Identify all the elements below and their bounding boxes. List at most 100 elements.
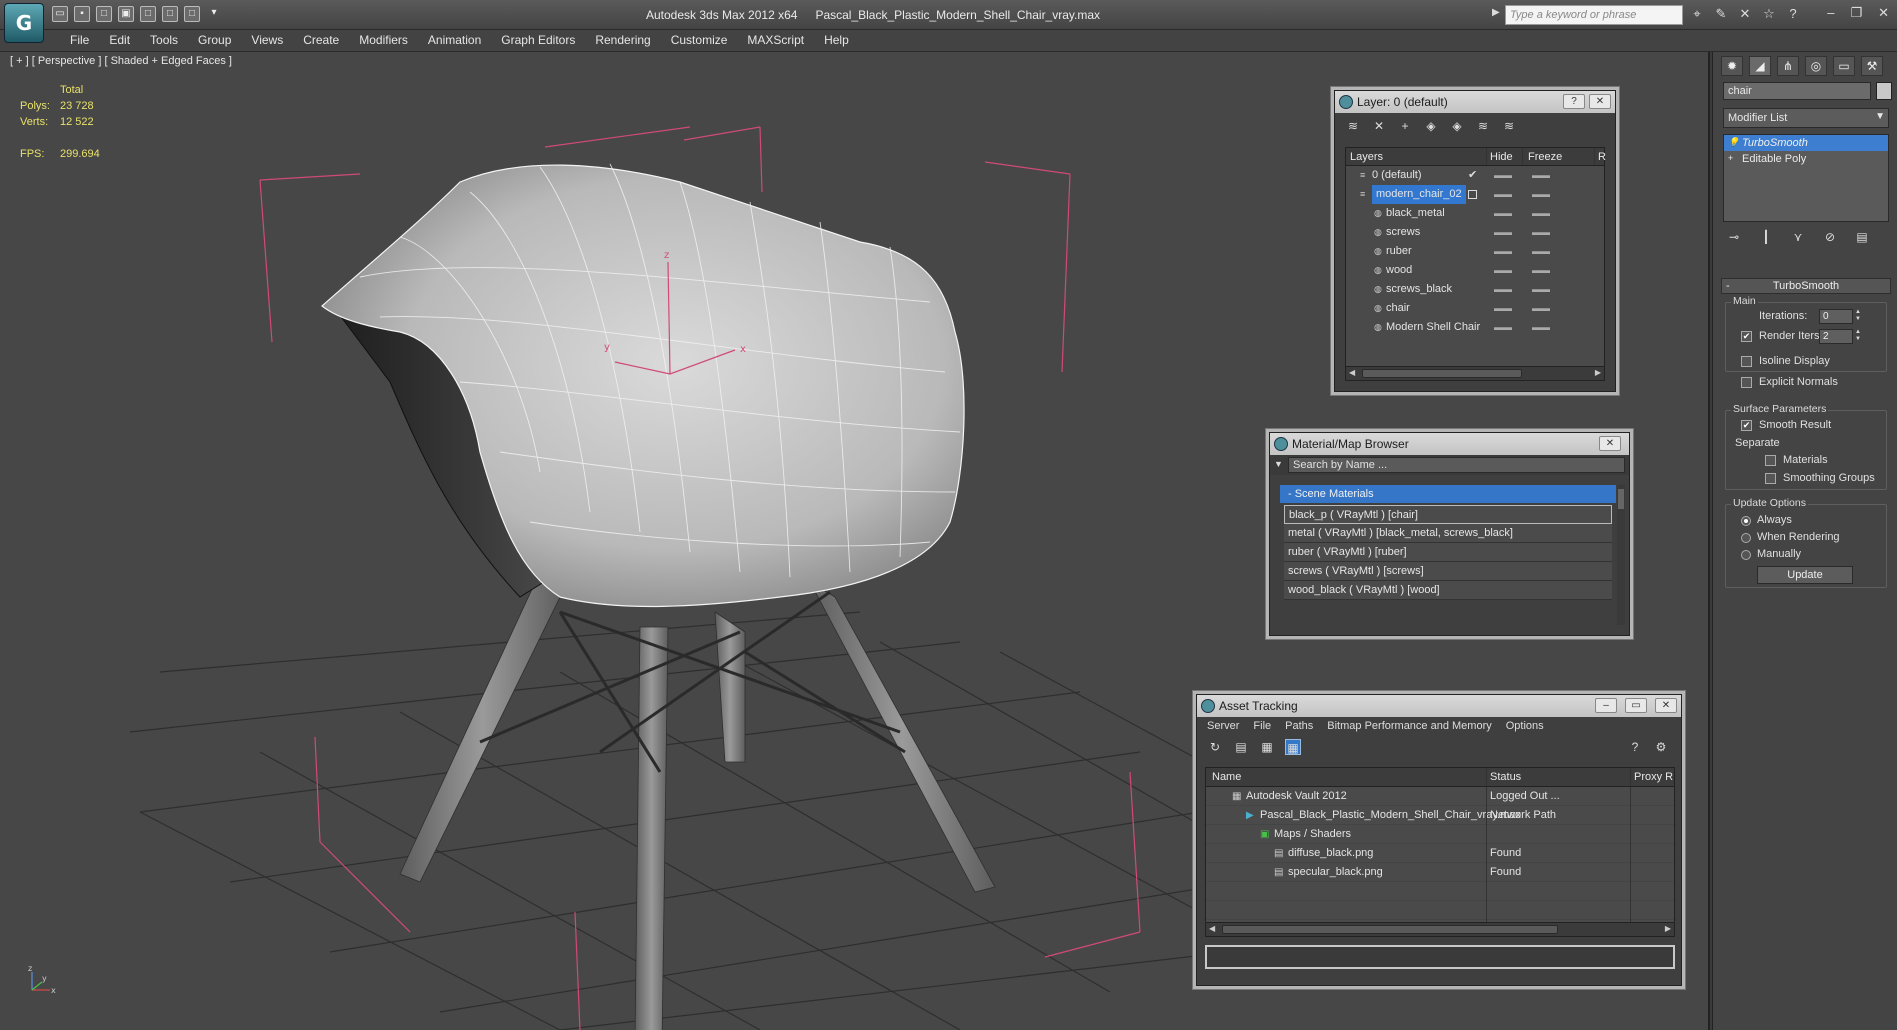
search-arrow-icon[interactable]: ▶ <box>1492 7 1500 18</box>
close-icon[interactable]: ✕ <box>1599 436 1621 451</box>
freeze-toggle[interactable]: ▬▬ <box>1532 261 1550 280</box>
motion-tab-icon[interactable]: ◎ <box>1805 56 1827 76</box>
restore-icon[interactable]: ❐ <box>1850 5 1862 21</box>
asset-path-field[interactable] <box>1205 945 1675 969</box>
menu-file[interactable]: File <box>60 33 99 47</box>
dropdown-arrow-icon[interactable]: ▾ <box>206 6 222 22</box>
layer-row[interactable]: ≡ modern_chair_02 ▬▬ ▬▬ <box>1346 185 1604 204</box>
spinner-arrows-icon[interactable]: ▲ ▼ <box>1854 309 1862 324</box>
explicit-normals-checkbox[interactable] <box>1741 377 1752 388</box>
create-tab-icon[interactable]: ✹ <box>1721 56 1743 76</box>
layer-row[interactable]: ≡ 0 (default) ▬▬ ▬▬ ✔ <box>1346 166 1604 185</box>
hide-toggle[interactable]: ▬▬ <box>1494 166 1512 185</box>
show-end-result-icon[interactable]: ┃ <box>1757 230 1775 246</box>
layer-row[interactable]: ◍ Modern Shell Chair ▬▬ ▬▬ <box>1346 318 1604 337</box>
add-to-layer-icon[interactable]: + <box>1397 118 1413 134</box>
scroll-left-icon[interactable]: ◀ <box>1349 368 1355 377</box>
table-view-icon[interactable]: ▦ <box>1285 739 1301 755</box>
menu-modifiers[interactable]: Modifiers <box>349 33 418 47</box>
asset-tracking-titlebar[interactable]: Asset Tracking – ▭ ✕ <box>1197 695 1681 717</box>
minimize-icon[interactable]: – <box>1827 5 1834 21</box>
hide-toggle[interactable]: ▬▬ <box>1494 299 1512 318</box>
hide-toggle[interactable]: ▬▬ <box>1494 261 1512 280</box>
spinner-arrows-icon[interactable]: ▲ ▼ <box>1854 329 1862 344</box>
material-scrollbar[interactable] <box>1617 485 1625 625</box>
proxy-column-header[interactable]: Proxy R <box>1634 771 1673 783</box>
hierarchy-tab-icon[interactable]: ⋔ <box>1777 56 1799 76</box>
object-name-field[interactable]: chair <box>1723 82 1871 100</box>
scroll-right-icon[interactable]: ▶ <box>1665 924 1671 933</box>
scroll-thumb[interactable] <box>1222 925 1558 934</box>
update-button[interactable]: Update <box>1757 566 1853 584</box>
layer-row[interactable]: ◍ screws_black ▬▬ ▬▬ <box>1346 280 1604 299</box>
iterations-spinner[interactable]: 0 <box>1819 309 1853 324</box>
undo-icon[interactable]: □ <box>140 6 156 22</box>
help-icon[interactable]: ? <box>1563 94 1585 109</box>
asset-menu-paths[interactable]: Paths <box>1285 717 1313 735</box>
layer-row[interactable]: ◍ wood ▬▬ ▬▬ <box>1346 261 1604 280</box>
binoculars-icon[interactable]: ⌖ <box>1690 6 1704 22</box>
menu-customize[interactable]: Customize <box>661 33 738 47</box>
layer-row[interactable]: ◍ chair ▬▬ ▬▬ <box>1346 299 1604 318</box>
freeze-toggle[interactable]: ▬▬ <box>1532 280 1550 299</box>
object-color-swatch[interactable] <box>1876 82 1892 100</box>
materials-checkbox[interactable] <box>1765 455 1776 466</box>
hide-toggle[interactable]: ▬▬ <box>1494 204 1512 223</box>
scroll-thumb[interactable] <box>1618 489 1624 509</box>
asset-row[interactable]: ▣ Maps / Shaders <box>1206 825 1674 844</box>
freeze-toggle[interactable]: ▬▬ <box>1532 223 1550 242</box>
menu-create[interactable]: Create <box>293 33 349 47</box>
utilities-tab-icon[interactable]: ⚒ <box>1861 56 1883 76</box>
help-icon[interactable]: ? <box>1627 739 1643 755</box>
freeze-toggle[interactable]: ▬▬ <box>1532 204 1550 223</box>
hide-toggle[interactable]: ▬▬ <box>1494 185 1512 204</box>
expand-icon[interactable]: + <box>1728 153 1738 164</box>
status-column-header[interactable]: Status <box>1490 771 1521 783</box>
layer-scrollbar[interactable]: ◀ ▶ <box>1346 366 1604 380</box>
hide-toggle[interactable]: ▬▬ <box>1494 223 1512 242</box>
asset-menu-file[interactable]: File <box>1253 717 1271 735</box>
highlight-layer-icon[interactable]: ◈ <box>1449 118 1465 134</box>
when-rendering-radio[interactable] <box>1741 533 1751 543</box>
project-icon[interactable]: □ <box>184 6 200 22</box>
freeze-toggle[interactable]: ▬▬ <box>1532 299 1550 318</box>
material-item[interactable]: screws ( VRayMtl ) [screws] <box>1284 562 1612 581</box>
asset-menu-options[interactable]: Options <box>1506 717 1544 735</box>
set-current-checkbox[interactable] <box>1468 190 1477 199</box>
menu-views[interactable]: Views <box>241 33 293 47</box>
menu-group[interactable]: Group <box>188 33 241 47</box>
menu-graph-editors[interactable]: Graph Editors <box>491 33 585 47</box>
layer-row[interactable]: ◍ screws ▬▬ ▬▬ <box>1346 223 1604 242</box>
smoothing-groups-checkbox[interactable] <box>1765 473 1776 484</box>
manually-radio[interactable] <box>1741 550 1751 560</box>
turbosmooth-rollout-header[interactable]: - TurboSmooth <box>1721 278 1891 294</box>
layer-window-titlebar[interactable]: Layer: 0 (default) ? ✕ <box>1335 91 1615 113</box>
freeze-toggle[interactable]: ▬▬ <box>1532 166 1550 185</box>
create-layer-icon[interactable]: ≋ <box>1345 118 1361 134</box>
material-item[interactable]: ruber ( VRayMtl ) [ruber] <box>1284 543 1612 562</box>
layers-column-header[interactable]: Layers <box>1350 151 1383 163</box>
close-icon[interactable]: ✕ <box>1878 5 1889 21</box>
viewport-label[interactable]: [ + ] [ Perspective ] [ Shaded + Edged F… <box>10 55 232 67</box>
material-browser-titlebar[interactable]: Material/Map Browser ✕ <box>1270 433 1629 455</box>
asset-row[interactable]: ▶ Pascal_Black_Plastic_Modern_Shell_Chair… <box>1206 806 1674 825</box>
hold-icon[interactable]: ▣ <box>118 6 134 22</box>
favorites-star-icon[interactable]: ☆ <box>1762 6 1776 22</box>
asset-menu-bitmap-performance-and-memory[interactable]: Bitmap Performance and Memory <box>1327 717 1491 735</box>
modify-tab-icon[interactable]: ◢ <box>1749 56 1771 76</box>
freeze-toggle[interactable]: ▬▬ <box>1532 318 1550 337</box>
save-icon[interactable]: ▪ <box>74 6 90 22</box>
close-icon[interactable]: ✕ <box>1655 698 1677 713</box>
always-radio[interactable] <box>1741 516 1751 526</box>
bulb-icon[interactable]: 💡 <box>1728 137 1739 148</box>
material-item[interactable]: black_p ( VRayMtl ) [chair] <box>1284 505 1612 524</box>
display-tab-icon[interactable]: ▭ <box>1833 56 1855 76</box>
asset-row[interactable]: ▤ specular_black.png Found <box>1206 863 1674 882</box>
close-search-icon[interactable]: ✕ <box>1738 6 1752 22</box>
configure-modifiers-icon[interactable]: ▤ <box>1853 230 1871 246</box>
hide-all-icon[interactable]: ≋ <box>1475 118 1491 134</box>
asset-scrollbar[interactable]: ◀ ▶ <box>1206 922 1674 936</box>
settings-icon[interactable]: ⚙ <box>1653 739 1669 755</box>
hide-column-header[interactable]: Hide <box>1490 151 1513 163</box>
hide-toggle[interactable]: ▬▬ <box>1494 242 1512 261</box>
